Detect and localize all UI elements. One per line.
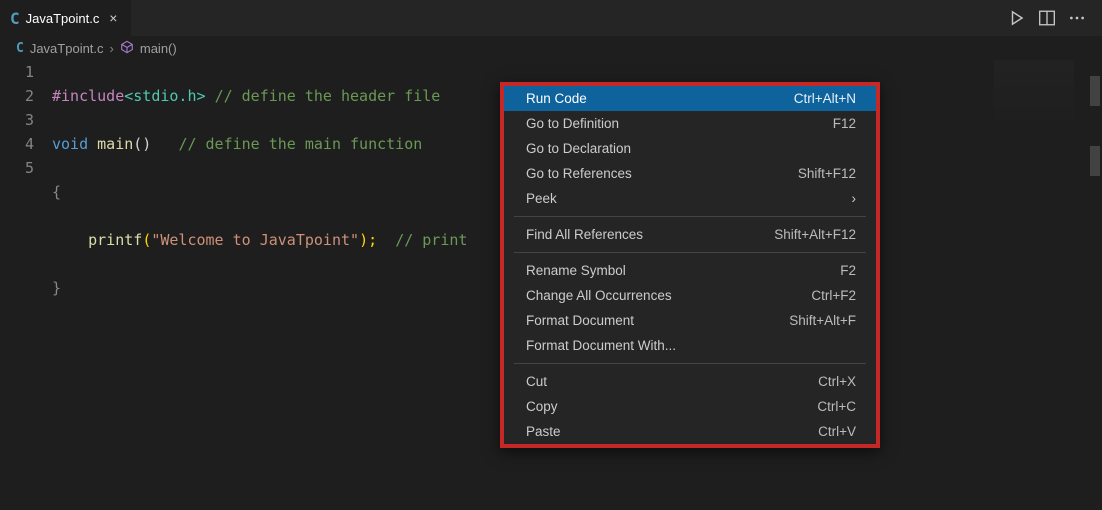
menu-item-label: Copy	[526, 399, 558, 414]
menu-item-label: Change All Occurrences	[526, 288, 672, 303]
menu-item-label: Format Document With...	[526, 338, 676, 353]
line-number: 1	[0, 60, 34, 84]
menu-item-shortcut: Ctrl+V	[818, 424, 856, 439]
more-actions-icon[interactable]	[1066, 7, 1088, 29]
menu-item-paste[interactable]: Paste Ctrl+V	[504, 419, 876, 444]
menu-item-shortcut: Shift+F12	[798, 166, 856, 181]
line-number: 3	[0, 108, 34, 132]
run-icon[interactable]	[1006, 7, 1028, 29]
menu-item-label: Paste	[526, 424, 561, 439]
breadcrumb[interactable]: C JavaTpoint.c › main()	[0, 36, 1102, 60]
tab-label: JavaTpoint.c	[26, 11, 100, 26]
c-file-icon: C	[16, 41, 24, 56]
menu-item-label: Go to References	[526, 166, 632, 181]
breadcrumb-file[interactable]: JavaTpoint.c	[30, 41, 104, 56]
tab-bar: C JavaTpoint.c ×	[0, 0, 1102, 36]
menu-item-go-to-references[interactable]: Go to References Shift+F12	[504, 161, 876, 186]
code-content[interactable]: #include<stdio.h> // define the header f…	[52, 60, 467, 348]
menu-item-shortcut: Ctrl+X	[818, 374, 856, 389]
menu-item-label: Peek	[526, 191, 557, 206]
menu-item-shortcut: Ctrl+Alt+N	[794, 91, 856, 106]
editor-title-actions	[1006, 7, 1102, 29]
menu-item-label: Format Document	[526, 313, 634, 328]
menu-item-label: Go to Definition	[526, 116, 619, 131]
menu-item-peek[interactable]: Peek ›	[504, 186, 876, 211]
menu-item-format-document[interactable]: Format Document Shift+Alt+F	[504, 308, 876, 333]
menu-separator	[514, 252, 866, 253]
line-number: 2	[0, 84, 34, 108]
chevron-right-icon: ›	[110, 41, 114, 56]
scrollbar-thumb[interactable]	[1090, 76, 1100, 106]
c-file-icon: C	[10, 9, 20, 28]
minimap[interactable]	[994, 60, 1074, 130]
editor-tab[interactable]: C JavaTpoint.c ×	[0, 0, 132, 36]
menu-item-shortcut: Ctrl+F2	[811, 288, 856, 303]
breadcrumb-symbol[interactable]: main()	[140, 41, 177, 56]
menu-item-go-to-declaration[interactable]: Go to Declaration	[504, 136, 876, 161]
menu-item-find-all-references[interactable]: Find All References Shift+Alt+F12	[504, 222, 876, 247]
menu-item-go-to-definition[interactable]: Go to Definition F12	[504, 111, 876, 136]
menu-item-label: Rename Symbol	[526, 263, 626, 278]
menu-item-cut[interactable]: Cut Ctrl+X	[504, 369, 876, 394]
symbol-method-icon	[120, 40, 134, 57]
line-number-gutter: 1 2 3 4 5	[0, 60, 52, 348]
line-number: 4	[0, 132, 34, 156]
scrollbar-thumb[interactable]	[1090, 146, 1100, 176]
menu-item-shortcut: F12	[833, 116, 856, 131]
menu-item-copy[interactable]: Copy Ctrl+C	[504, 394, 876, 419]
split-editor-icon[interactable]	[1036, 7, 1058, 29]
chevron-right-icon: ›	[852, 191, 857, 206]
menu-item-label: Run Code	[526, 91, 587, 106]
menu-item-shortcut: Shift+Alt+F	[789, 313, 856, 328]
editor-context-menu: Run Code Ctrl+Alt+N Go to Definition F12…	[500, 82, 880, 448]
menu-item-shortcut: Ctrl+C	[817, 399, 856, 414]
close-icon[interactable]: ×	[105, 10, 121, 26]
menu-item-run-code[interactable]: Run Code Ctrl+Alt+N	[504, 86, 876, 111]
line-number: 5	[0, 156, 34, 180]
menu-item-format-document-with[interactable]: Format Document With...	[504, 333, 876, 358]
menu-item-shortcut: F2	[840, 263, 856, 278]
vertical-scrollbar[interactable]	[1088, 36, 1102, 510]
menu-item-label: Find All References	[526, 227, 643, 242]
menu-item-change-all-occurrences[interactable]: Change All Occurrences Ctrl+F2	[504, 283, 876, 308]
menu-item-label: Go to Declaration	[526, 141, 631, 156]
menu-separator	[514, 363, 866, 364]
menu-item-label: Cut	[526, 374, 547, 389]
menu-separator	[514, 216, 866, 217]
menu-item-shortcut: Shift+Alt+F12	[774, 227, 856, 242]
menu-item-rename-symbol[interactable]: Rename Symbol F2	[504, 258, 876, 283]
